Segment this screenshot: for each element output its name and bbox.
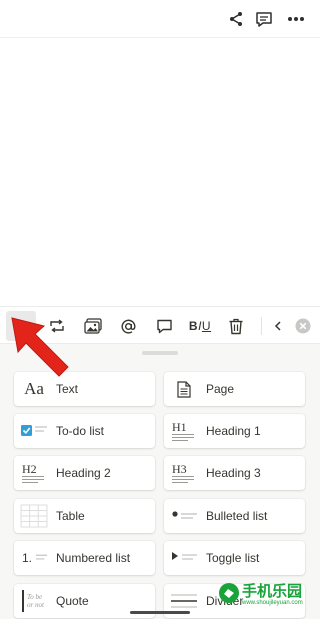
text-format-button[interactable]: BIU xyxy=(185,311,215,341)
block-item-label: Quote xyxy=(56,594,89,608)
add-comment-button[interactable] xyxy=(149,311,179,341)
plus-icon xyxy=(15,320,27,332)
quote-icon: To be or not xyxy=(20,589,48,613)
close-circle-icon xyxy=(295,318,311,334)
block-item-label: To-do list xyxy=(56,424,105,438)
image-button[interactable] xyxy=(78,311,108,341)
block-item-todo[interactable]: To-do list xyxy=(14,414,155,448)
block-item-heading-3[interactable]: H3 Heading 3 xyxy=(164,456,305,490)
turn-into-icon xyxy=(50,319,64,333)
more-icon[interactable] xyxy=(285,8,307,30)
block-item-numbered-list[interactable]: 1. Numbered list xyxy=(14,541,155,575)
block-item-label: Numbered list xyxy=(56,551,131,565)
numbered-list-icon: 1. xyxy=(22,551,48,565)
table-icon xyxy=(20,504,48,528)
add-block-button[interactable] xyxy=(6,311,36,341)
chevron-left-icon xyxy=(274,321,281,331)
block-item-page[interactable]: Page xyxy=(164,372,305,406)
comment-icon[interactable] xyxy=(253,8,275,30)
bullet-list-icon xyxy=(170,504,198,528)
divider-icon xyxy=(170,589,198,613)
toolbar-divider xyxy=(261,317,262,335)
block-item-label: Bulleted list xyxy=(206,509,268,523)
block-item-label: Heading 2 xyxy=(56,466,111,480)
text-aa-icon: Aa xyxy=(24,379,44,398)
turn-into-button[interactable] xyxy=(42,311,72,341)
block-item-bulleted-list[interactable]: Bulleted list xyxy=(164,499,305,533)
heading3-icon: H3 xyxy=(170,461,198,485)
watermark: 手机乐园 www.shoujileyuan.com xyxy=(218,578,318,616)
block-item-heading-2[interactable]: H2 Heading 2 xyxy=(14,456,155,490)
comment-icon xyxy=(156,319,172,334)
watermark-subtext: www.shoujileyuan.com xyxy=(242,600,303,606)
delete-button[interactable] xyxy=(221,311,251,341)
heading1-icon: H1 xyxy=(170,419,198,443)
home-indicator[interactable] xyxy=(130,611,190,614)
checkbox-icon xyxy=(20,419,48,443)
trash-icon xyxy=(229,318,243,334)
block-toolbar: BIU xyxy=(0,306,320,344)
watermark-text: 手机乐园 xyxy=(242,582,303,600)
editor-area[interactable] xyxy=(0,38,320,306)
heading2-icon: H2 xyxy=(20,461,48,485)
sheet-handle[interactable] xyxy=(142,351,178,355)
biu-format: BIU xyxy=(188,319,212,333)
block-item-label: Heading 1 xyxy=(206,424,261,438)
top-bar xyxy=(0,0,320,38)
block-item-label: Text xyxy=(56,382,79,396)
block-item-label: Page xyxy=(206,382,235,396)
block-item-label: Toggle list xyxy=(206,551,260,565)
toggle-list-icon xyxy=(170,546,198,570)
block-item-label: Heading 3 xyxy=(206,466,261,480)
block-item-label: Table xyxy=(56,509,85,523)
block-item-table[interactable]: Table xyxy=(14,499,155,533)
block-item-heading-1[interactable]: H1 Heading 1 xyxy=(164,414,305,448)
close-toolbar-button[interactable] xyxy=(288,311,318,341)
scroll-left-button[interactable] xyxy=(268,311,288,341)
share-icon[interactable] xyxy=(225,8,247,30)
block-item-text[interactable]: Aa Text xyxy=(14,372,155,406)
image-icon xyxy=(84,318,102,334)
watermark-logo-icon xyxy=(219,583,239,603)
block-item-toggle-list[interactable]: Toggle list xyxy=(164,541,305,575)
mention-button[interactable] xyxy=(113,311,143,341)
page-icon xyxy=(170,377,198,401)
mention-icon xyxy=(121,319,136,334)
